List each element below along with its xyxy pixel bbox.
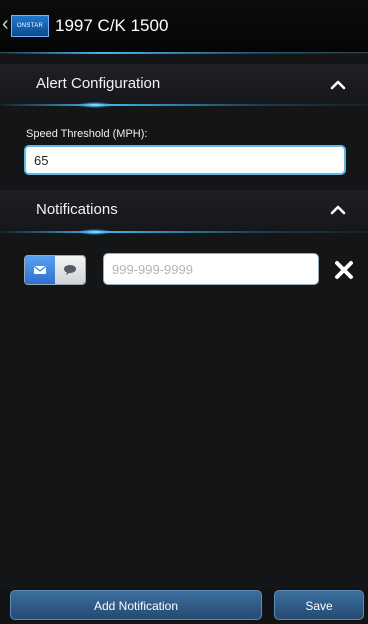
close-icon[interactable] (333, 259, 355, 281)
section-header-notifications[interactable]: Notifications (0, 190, 368, 230)
divider (0, 231, 368, 233)
section-header-alert-configuration[interactable]: Alert Configuration (0, 64, 368, 104)
email-toggle-button[interactable] (25, 256, 55, 284)
sms-toggle-button[interactable] (55, 256, 85, 284)
section-title-alert-configuration: Alert Configuration (36, 75, 161, 92)
page-title: 1997 C/K 1500 (55, 16, 169, 35)
speed-threshold-input[interactable] (24, 145, 346, 175)
chevron-left-icon[interactable]: ‹ (2, 14, 9, 34)
app-logo[interactable]: ONSTAR (11, 15, 49, 37)
envelope-icon (34, 266, 46, 274)
chat-bubble-icon (64, 265, 76, 275)
divider (0, 104, 368, 106)
divider (0, 52, 368, 54)
app-bar: ‹ ONSTAR 1997 C/K 1500 (0, 0, 368, 53)
section-title-notifications: Notifications (36, 201, 118, 218)
save-button[interactable]: Save (274, 590, 364, 620)
phone-number-input[interactable] (103, 253, 319, 285)
chevron-up-icon[interactable] (330, 77, 346, 93)
divider-glow (78, 102, 112, 108)
notification-type-toggle[interactable] (24, 255, 86, 285)
add-notification-button[interactable]: Add Notification (10, 590, 262, 620)
speed-threshold-label: Speed Threshold (MPH): (26, 128, 148, 140)
divider-glow (78, 229, 112, 235)
chevron-up-icon[interactable] (330, 202, 346, 218)
